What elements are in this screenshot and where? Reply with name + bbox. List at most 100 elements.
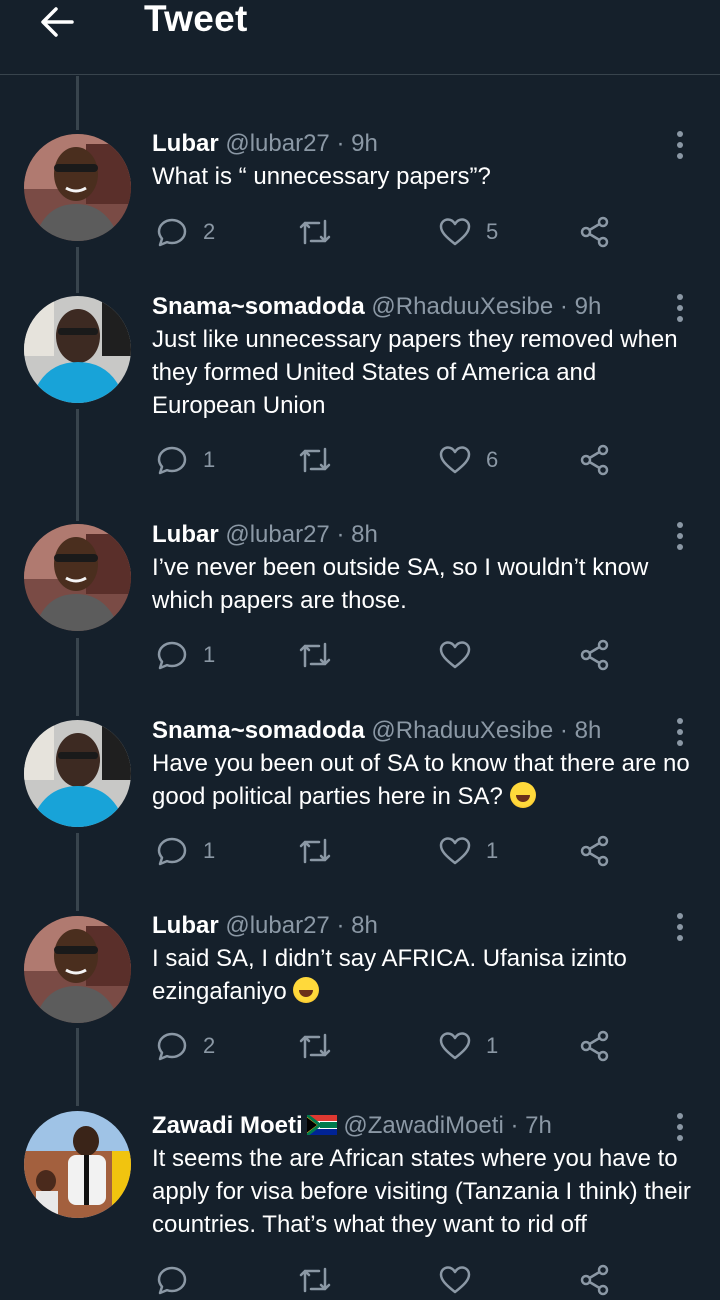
- separator: ·: [510, 1112, 519, 1139]
- retweet-icon: [299, 447, 331, 473]
- like-button[interactable]: [438, 635, 486, 675]
- retweet-button[interactable]: [297, 1026, 347, 1066]
- share-button[interactable]: [579, 1260, 611, 1300]
- heart-icon: [439, 1032, 471, 1060]
- username[interactable]: @RhaduuXesibe: [371, 717, 553, 744]
- username[interactable]: @lubar27: [225, 912, 329, 939]
- like-button[interactable]: 6: [438, 440, 498, 480]
- tweet[interactable]: Lubar @lubar27 · 9h What is “ unnecessar…: [0, 130, 720, 250]
- username[interactable]: @lubar27: [225, 521, 329, 548]
- tweet[interactable]: Lubar @lubar27 · 8h I said SA, I didn’t …: [0, 912, 720, 1072]
- tweet[interactable]: Zawadi Moeti @ZawadiMoeti · 7h It seems …: [0, 1112, 720, 1300]
- like-count: 1: [486, 838, 499, 863]
- share-icon: [580, 444, 609, 476]
- tweet-text: What is “ unnecessary papers”?: [152, 163, 491, 190]
- tweet-text-container: I said SA, I didn’t say AFRICA. Ufanisa …: [152, 942, 702, 1008]
- more-options-icon[interactable]: [666, 910, 694, 944]
- display-name[interactable]: Lubar: [152, 521, 219, 548]
- retweet-button[interactable]: [297, 440, 347, 480]
- timestamp[interactable]: 7h: [525, 1112, 552, 1139]
- retweet-icon: [299, 1033, 331, 1059]
- south-africa-flag-icon: [306, 1115, 337, 1135]
- laughing-emoji-icon: [509, 782, 536, 808]
- like-count: 5: [486, 219, 499, 244]
- timestamp[interactable]: 8h: [351, 521, 378, 548]
- share-button[interactable]: [579, 1026, 611, 1066]
- timestamp[interactable]: 8h: [351, 912, 378, 939]
- display-name[interactable]: Lubar: [152, 912, 219, 939]
- tweet-actions: 2 5: [0, 212, 720, 252]
- timestamp[interactable]: 9h: [575, 293, 602, 320]
- retweet-icon: [299, 1267, 331, 1293]
- tweet-actions: 1: [0, 635, 720, 675]
- more-options-icon[interactable]: [666, 128, 694, 162]
- share-icon: [580, 216, 609, 248]
- tweet[interactable]: Snama~somadoda @RhaduuXesibe · 8h Have y…: [0, 717, 720, 877]
- timestamp[interactable]: 8h: [575, 717, 602, 744]
- username[interactable]: @RhaduuXesibe: [371, 293, 553, 320]
- laughing-emoji-icon: [293, 977, 320, 1003]
- retweet-button[interactable]: [297, 831, 347, 871]
- thread-line: [76, 247, 79, 293]
- reply-icon: [157, 837, 187, 866]
- reply-icon: [157, 1266, 187, 1295]
- more-options-icon[interactable]: [666, 1110, 694, 1144]
- tweet-text: I said SA, I didn’t say AFRICA. Ufanisa …: [152, 945, 627, 1005]
- tweet-header: Snama~somadoda @RhaduuXesibe · 8h: [152, 717, 601, 745]
- top-bar: Tweet: [0, 0, 720, 75]
- tweet-actions: [0, 1260, 720, 1300]
- tweet-header: Lubar @lubar27 · 9h: [152, 130, 378, 158]
- reply-count: 2: [203, 219, 216, 244]
- tweet[interactable]: Lubar @lubar27 · 8h I’ve never been outs…: [0, 521, 720, 681]
- like-button[interactable]: 1: [438, 831, 498, 871]
- share-icon: [580, 639, 609, 671]
- tweet-text: Just like unnecessary papers they remove…: [152, 326, 678, 419]
- more-options-icon[interactable]: [666, 519, 694, 553]
- reply-button[interactable]: 2: [155, 212, 215, 252]
- share-icon: [580, 835, 609, 867]
- tweet-header: Snama~somadoda @RhaduuXesibe · 9h: [152, 293, 601, 321]
- like-button[interactable]: [438, 1260, 486, 1300]
- like-count: 1: [486, 1033, 499, 1058]
- tweet-text: I’ve never been outside SA, so I wouldn’…: [152, 554, 649, 614]
- reply-icon: [157, 446, 187, 475]
- username[interactable]: @lubar27: [225, 130, 329, 157]
- reply-count: 1: [203, 838, 216, 863]
- retweet-button[interactable]: [297, 635, 347, 675]
- timestamp[interactable]: 9h: [351, 130, 378, 157]
- tweet-header: Zawadi Moeti @ZawadiMoeti · 7h: [152, 1112, 552, 1140]
- reply-button[interactable]: 1: [155, 831, 215, 871]
- share-button[interactable]: [579, 212, 611, 252]
- share-icon: [580, 1030, 609, 1062]
- tweet-text: Have you been out of SA to know that the…: [152, 750, 690, 810]
- reply-button[interactable]: 1: [155, 440, 215, 480]
- separator: ·: [336, 521, 345, 548]
- username[interactable]: @ZawadiMoeti: [343, 1112, 503, 1139]
- retweet-button[interactable]: [297, 212, 347, 252]
- retweet-icon: [299, 838, 331, 864]
- reply-count: 2: [203, 1033, 216, 1058]
- tweet[interactable]: Snama~somadoda @RhaduuXesibe · 9h Just l…: [0, 293, 720, 483]
- retweet-button[interactable]: [297, 1260, 347, 1300]
- tweet-actions: 1 1: [0, 831, 720, 871]
- like-button[interactable]: 5: [438, 212, 498, 252]
- more-options-icon[interactable]: [666, 291, 694, 325]
- share-icon: [580, 1264, 609, 1296]
- tweet-text-container: Have you been out of SA to know that the…: [152, 747, 702, 813]
- back-arrow-icon[interactable]: [36, 2, 76, 42]
- heart-icon: [439, 1266, 471, 1294]
- reply-button[interactable]: [155, 1260, 203, 1300]
- display-name[interactable]: Lubar: [152, 130, 219, 157]
- heart-icon: [439, 218, 471, 246]
- tweet-actions: 1 6: [0, 440, 720, 480]
- reply-button[interactable]: 2: [155, 1026, 215, 1066]
- share-button[interactable]: [579, 831, 611, 871]
- display-name[interactable]: Snama~somadoda: [152, 293, 365, 320]
- display-name[interactable]: Zawadi Moeti: [152, 1112, 303, 1139]
- reply-button[interactable]: 1: [155, 635, 215, 675]
- more-options-icon[interactable]: [666, 715, 694, 749]
- like-button[interactable]: 1: [438, 1026, 498, 1066]
- display-name[interactable]: Snama~somadoda: [152, 717, 365, 744]
- share-button[interactable]: [579, 635, 611, 675]
- share-button[interactable]: [579, 440, 611, 480]
